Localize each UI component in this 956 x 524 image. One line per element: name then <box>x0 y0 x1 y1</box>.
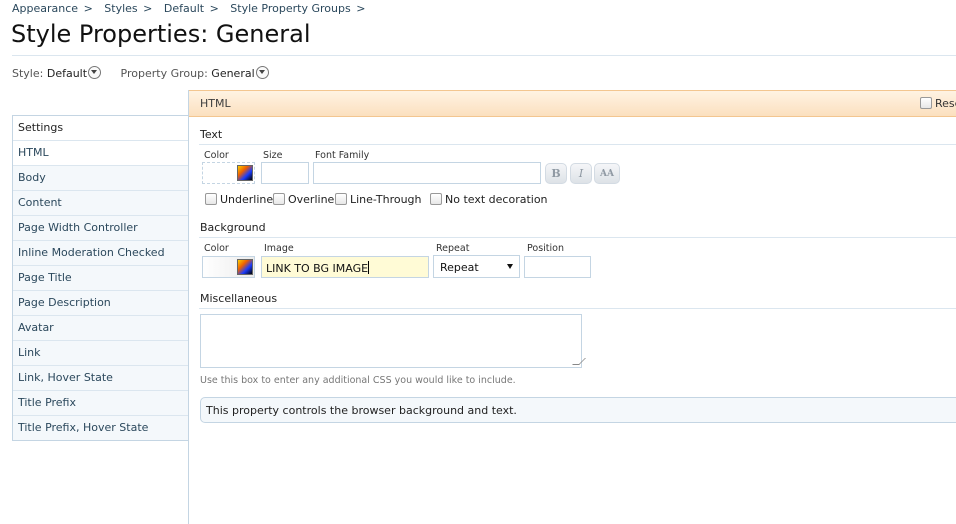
underline-checkbox[interactable]: Underline <box>205 193 273 206</box>
caps-button[interactable]: AA <box>594 163 620 184</box>
breadcrumb-item-style-property-groups[interactable]: Style Property Groups > <box>230 2 365 15</box>
checkbox-icon <box>205 193 217 205</box>
page-title: Style Properties: General <box>11 20 311 48</box>
sidebar-item-title-prefix[interactable]: Title Prefix <box>13 391 189 416</box>
line-through-checkbox[interactable]: Line-Through <box>335 193 422 206</box>
background-section-title: Background <box>200 221 266 234</box>
text-color-label: Color <box>204 150 229 161</box>
sidebar-item-page-description[interactable]: Page Description <box>13 291 189 316</box>
background-repeat-select[interactable]: Repeat <box>433 255 520 278</box>
checkbox-icon <box>335 193 347 205</box>
misc-section-title: Miscellaneous <box>200 292 278 305</box>
misc-css-textarea[interactable] <box>200 314 586 368</box>
property-panel: HTML Rese Text Color Size Font Family B … <box>188 90 956 524</box>
sidebar-item-title-prefix-hover-state[interactable]: Title Prefix, Hover State <box>13 416 189 440</box>
no-text-decoration-checkbox[interactable]: No text decoration <box>430 193 548 206</box>
background-position-input[interactable] <box>524 256 591 278</box>
checkbox-icon <box>430 193 442 205</box>
misc-section-divider <box>199 308 956 309</box>
background-image-input[interactable]: LINK TO BG IMAGE <box>261 256 429 278</box>
breadcrumb-item-appearance[interactable]: Appearance > <box>12 2 93 15</box>
font-family-input[interactable] <box>313 162 541 184</box>
checkbox-icon <box>273 193 285 205</box>
sidebar-item-avatar[interactable]: Avatar <box>13 316 189 341</box>
property-sidebar: Settings HTML Body Content Page Width Co… <box>12 115 189 441</box>
panel-header: HTML Rese <box>189 90 956 117</box>
sidebar-item-content[interactable]: Content <box>13 191 189 216</box>
background-color-label: Color <box>204 243 229 254</box>
text-size-label: Size <box>263 150 283 161</box>
text-cursor <box>368 261 370 274</box>
style-value[interactable]: Default <box>47 67 87 80</box>
misc-hint: Use this box to enter any additional CSS… <box>200 375 516 386</box>
sidebar-item-page-title[interactable]: Page Title <box>13 266 189 291</box>
font-family-label: Font Family <box>315 150 370 161</box>
breadcrumb-item-styles[interactable]: Styles > <box>104 2 152 15</box>
sidebar-item-inline-moderation-checked[interactable]: Inline Moderation Checked <box>13 241 189 266</box>
dropdown-arrow-icon <box>507 264 513 269</box>
text-color-picker-icon[interactable] <box>237 165 253 181</box>
sidebar-item-link[interactable]: Link <box>13 341 189 366</box>
text-size-input[interactable] <box>261 162 309 184</box>
background-position-label: Position <box>527 243 564 254</box>
overline-checkbox[interactable]: Overline <box>273 193 334 206</box>
sidebar-item-settings[interactable]: Settings <box>13 116 189 141</box>
italic-button[interactable]: I <box>570 163 592 184</box>
style-label: Style: <box>12 67 44 80</box>
reset-checkbox[interactable]: Rese <box>920 97 956 110</box>
sidebar-item-page-width-controller[interactable]: Page Width Controller <box>13 216 189 241</box>
property-group-dropdown-icon[interactable] <box>255 66 269 79</box>
property-group-label: Property Group: <box>120 67 208 80</box>
sidebar-item-link-hover-state[interactable]: Link, Hover State <box>13 366 189 391</box>
resize-handle-icon[interactable] <box>572 358 586 365</box>
property-group-value[interactable]: General <box>211 67 254 80</box>
breadcrumb-item-default[interactable]: Default > <box>164 2 219 15</box>
title-divider <box>12 55 956 56</box>
background-repeat-label: Repeat <box>436 243 470 254</box>
breadcrumb: Appearance > Styles > Default > Style Pr… <box>12 2 373 15</box>
background-section-divider <box>199 237 956 238</box>
style-selectors: Style: Default Property Group: General <box>12 66 269 80</box>
text-section-title: Text <box>200 128 223 141</box>
background-color-picker-icon[interactable] <box>237 259 253 275</box>
style-dropdown-icon[interactable] <box>88 66 102 79</box>
text-section-divider <box>199 144 956 145</box>
sidebar-item-body[interactable]: Body <box>13 166 189 191</box>
bold-button[interactable]: B <box>545 163 567 184</box>
panel-header-title: HTML <box>200 97 231 110</box>
sidebar-item-html[interactable]: HTML <box>13 141 189 166</box>
checkbox-icon <box>920 97 932 109</box>
property-description: This property controls the browser backg… <box>200 397 956 423</box>
background-image-label: Image <box>264 243 294 254</box>
